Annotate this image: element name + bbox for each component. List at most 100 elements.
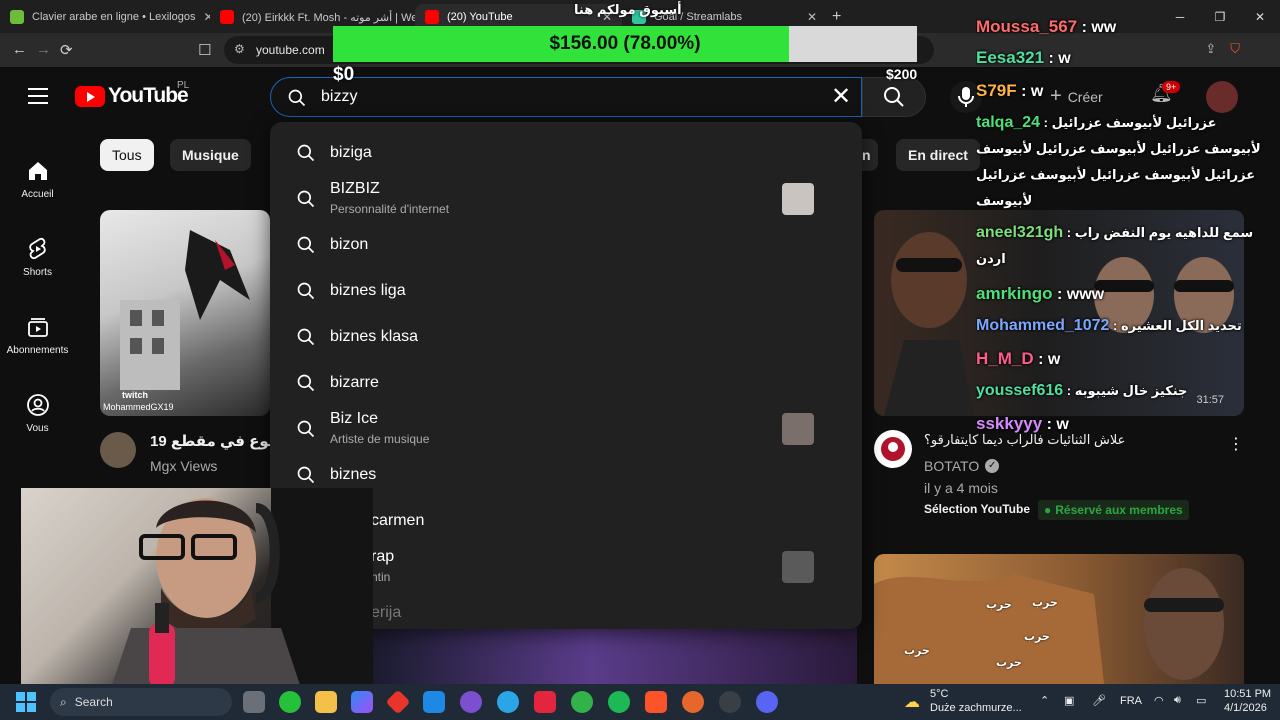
chip-live[interactable]: En direct <box>896 139 980 171</box>
taskbar-search[interactable]: ⌕ Search <box>50 688 232 716</box>
edge-icon[interactable] <box>497 691 519 713</box>
video-thumbnail[interactable]: حرب حرب حرب حرب حرب <box>874 554 1244 684</box>
chat-message: youssef616 : جنكيز خال شيبوبه <box>976 382 1188 399</box>
chip-all[interactable]: Tous <box>100 139 154 171</box>
channel-avatar[interactable] <box>100 432 136 468</box>
chat-username: Mohammed_1072 <box>976 317 1110 334</box>
search-input[interactable] <box>321 86 771 108</box>
sidebar-item-home[interactable]: Accueil <box>0 140 75 218</box>
clock-time[interactable]: 10:51 PM <box>1224 688 1271 700</box>
menu-icon[interactable] <box>28 88 48 104</box>
suggestion-item[interactable]: Biz Ice Artiste de musique <box>270 406 862 452</box>
chat-text: ww <box>1091 19 1117 36</box>
forward-icon[interactable]: → <box>36 41 51 58</box>
tray-app-icon[interactable]: ▣ <box>1064 694 1074 707</box>
chat-text: تحديد الكل العشيره <box>1120 318 1242 333</box>
goal-title: أسبوق مولكم هنا <box>574 2 682 17</box>
map-label: حرب <box>1032 597 1058 609</box>
search-icon <box>288 89 306 107</box>
suggestion-thumbnail <box>782 183 814 215</box>
search-icon <box>884 87 904 107</box>
tab-title: Clavier arabe en ligne • Lexilogos <box>32 11 196 23</box>
volume-icon[interactable]: 🔊︎ <box>1174 694 1181 707</box>
search-button[interactable] <box>862 77 926 117</box>
channel-name[interactable]: Mgx Views <box>150 458 217 474</box>
obs-icon[interactable] <box>682 691 704 713</box>
app-icon[interactable] <box>534 691 556 713</box>
channel-name[interactable]: BOTATO <box>924 458 979 474</box>
channel-line: BOTATO ✓ <box>924 458 1000 474</box>
suggestion-item[interactable]: bizarre <box>270 360 862 406</box>
suggestion-text: biznes klasa <box>330 328 419 345</box>
video-thumbnail[interactable] <box>373 628 857 684</box>
clear-search-icon[interactable]: ✕ <box>827 84 855 112</box>
sidebar: Accueil Shorts Abonnements Vous <box>0 140 75 452</box>
selection-label: Sélection YouTube <box>924 502 1031 516</box>
chat-text: www <box>1066 286 1105 303</box>
steam-icon[interactable] <box>719 691 741 713</box>
back-icon[interactable]: ← <box>12 41 27 58</box>
weather-temp: 5°C <box>930 688 949 700</box>
youtube-logo[interactable]: YouTube PL <box>75 80 189 108</box>
chat-message: amrkingo : www <box>976 284 1105 303</box>
address-text: youtube.com <box>256 43 325 57</box>
weather-icon[interactable]: ☁ <box>904 692 920 712</box>
chevron-up-icon[interactable]: ⌃ <box>1040 694 1049 707</box>
logo-text: YouTube <box>108 84 189 107</box>
video-thumbnail[interactable]: twitch MohammedGX19 <box>100 210 270 416</box>
language-indicator[interactable]: FRA <box>1120 695 1142 707</box>
sidebar-item-label: Vous <box>26 422 49 434</box>
taskbar-search-label: Search <box>74 695 113 709</box>
sidebar-item-subscriptions[interactable]: Abonnements <box>0 296 75 374</box>
clock-date[interactable]: 4/1/2026 <box>1224 702 1267 714</box>
chat-username: youssef616 <box>976 382 1064 399</box>
brave-icon[interactable] <box>645 691 667 713</box>
suggestion-text: BIZBIZ <box>330 180 380 197</box>
suggestion-text: biznes <box>330 466 377 483</box>
sidebar-item-you[interactable]: Vous <box>0 374 75 452</box>
suggestion-text: erija <box>371 604 402 621</box>
close-tab-icon[interactable]: ✕ <box>807 10 817 24</box>
reload-icon[interactable]: ⟳ <box>60 41 73 59</box>
sidebar-item-shorts[interactable]: Shorts <box>0 218 75 296</box>
suggestion-text: bizon <box>330 236 369 253</box>
twitch-app-icon[interactable] <box>460 691 482 713</box>
chat-username: Moussa_567 <box>976 17 1078 36</box>
task-view-icon[interactable] <box>243 691 265 713</box>
file-explorer-icon[interactable] <box>315 691 337 713</box>
youtube-favicon-icon <box>220 10 234 24</box>
suggestion-item[interactable]: bizon <box>270 222 862 268</box>
suggestion-item[interactable]: BIZBIZ Personnalité d'internet <box>270 176 862 222</box>
suggestion-thumbnail <box>782 413 814 445</box>
sidebar-item-label: Accueil <box>21 188 54 200</box>
search-icon <box>297 466 315 484</box>
microphone-icon[interactable]: 🎤︎ <box>1092 694 1106 707</box>
chat-message: H_M_D : w <box>976 349 1061 368</box>
region-code: PL <box>177 80 190 91</box>
map-label: حرب <box>996 657 1022 669</box>
copilot-icon[interactable] <box>351 691 373 713</box>
suggestion-text: bizarre <box>330 374 379 391</box>
site-info-icon[interactable]: ⚙ <box>234 42 245 56</box>
suggestion-item[interactable]: biznes liga <box>270 268 862 314</box>
store-icon[interactable] <box>423 691 445 713</box>
chip-music[interactable]: Musique <box>170 139 251 171</box>
wifi-icon[interactable]: ◠ <box>1154 694 1164 707</box>
sidebar-item-label: Abonnements <box>6 344 69 356</box>
xbox-icon[interactable] <box>279 691 301 713</box>
windows-start-icon[interactable] <box>16 692 36 712</box>
new-tab-icon[interactable]: + <box>832 8 841 26</box>
discord-icon[interactable] <box>756 691 778 713</box>
thumbnail-badge: twitch <box>122 390 148 400</box>
search-icon <box>297 144 315 162</box>
tab-lexilogos[interactable]: Clavier arabe en ligne • Lexilogos ✕ <box>0 4 210 30</box>
bookmark-icon[interactable]: ☐ <box>198 41 211 59</box>
battery-icon[interactable]: ▭ <box>1196 694 1206 707</box>
spotify-icon[interactable] <box>608 691 630 713</box>
suggestion-item[interactable]: biziga <box>270 130 862 176</box>
channel-avatar[interactable] <box>874 430 912 468</box>
utorrent-icon[interactable] <box>571 691 593 713</box>
app-icon[interactable] <box>385 689 411 715</box>
chat-username: S79F <box>976 81 1017 100</box>
suggestion-item[interactable]: biznes klasa <box>270 314 862 360</box>
